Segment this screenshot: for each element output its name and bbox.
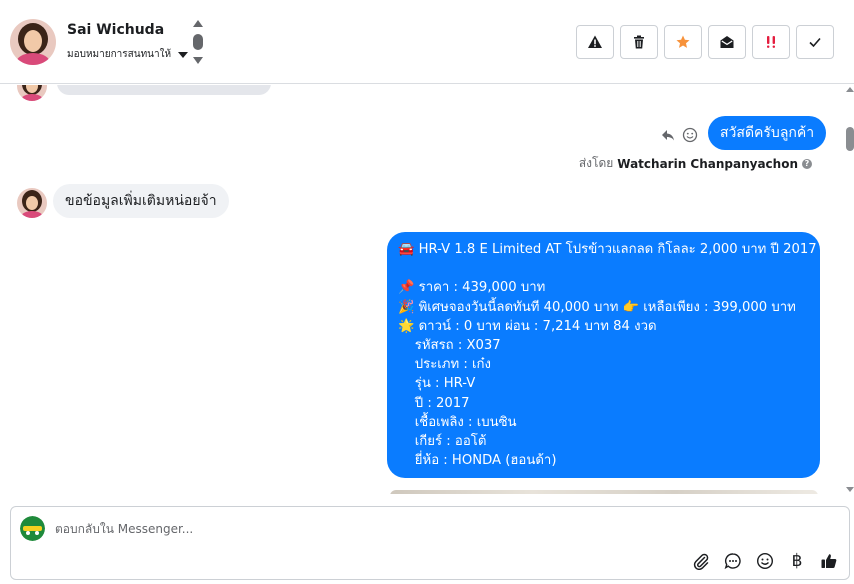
emoji-reaction-icon[interactable]	[682, 127, 698, 143]
mark-spam-button[interactable]	[576, 25, 614, 59]
mark-done-button[interactable]	[796, 25, 834, 59]
follow-up-button[interactable]	[752, 25, 790, 59]
reply-icon[interactable]	[660, 127, 676, 143]
outgoing-message-bubble[interactable]: สวัสดีครับลูกค้า	[708, 116, 827, 150]
chevron-down-icon	[178, 51, 189, 58]
listing-line: ประเภท : เก๋ง	[398, 357, 491, 373]
composer-tools: ฿	[691, 551, 839, 571]
thumbs-up-icon	[821, 554, 837, 568]
payment-button[interactable]: ฿	[787, 551, 807, 571]
emoji-button[interactable]	[755, 551, 775, 571]
sent-by-name[interactable]: Watcharin Chanpanyachon	[617, 157, 798, 171]
info-icon[interactable]: ?	[802, 158, 812, 169]
listing-line: ปี : 2017	[398, 395, 470, 411]
baht-icon: ฿	[791, 551, 803, 571]
listing-line: เชื้อเพลิง : เบนซิน	[398, 414, 517, 430]
scroll-up-arrow[interactable]	[846, 87, 854, 92]
saved-reply-icon	[724, 553, 741, 570]
conversation-navigator[interactable]	[192, 20, 204, 66]
listing-line: 🎉 พิเศษจองวันนี้ลดทันที 40,000 บาท 👉 เหล…	[398, 299, 796, 315]
envelope-open-icon	[720, 36, 734, 48]
saved-replies-button[interactable]	[723, 551, 743, 571]
trash-icon	[634, 35, 644, 49]
listing-line: รหัสรถ : X037	[398, 338, 501, 354]
incoming-message-bubble[interactable]: ขอข้อมูลเพิ่มเติมหน่อยจ้า	[53, 184, 229, 218]
check-icon	[809, 37, 821, 48]
listing-line	[398, 259, 809, 278]
double-exclamation-icon	[767, 36, 775, 48]
message-thread[interactable]: สวัสดีครับลูกค้า ส่งโดย Watcharin Chanpa…	[0, 85, 846, 494]
thread-scrollbar[interactable]	[846, 85, 854, 497]
customer-avatar	[17, 188, 47, 218]
delete-button[interactable]	[620, 25, 658, 59]
star-button[interactable]	[664, 25, 702, 59]
assign-conversation-dropdown[interactable]: มอบหมายการสนทนาให้	[67, 47, 189, 62]
arrow-up-icon[interactable]	[193, 20, 203, 27]
listing-line: เกียร์ : ออโต้	[398, 434, 487, 450]
previous-message-bubble	[57, 85, 271, 95]
reply-composer: ฿	[10, 506, 850, 580]
listing-line: รุ่น : HR-V	[398, 376, 476, 392]
contact-avatar[interactable]	[10, 19, 56, 65]
paperclip-icon	[693, 553, 709, 570]
scroll-down-arrow[interactable]	[846, 487, 854, 492]
arrow-down-icon[interactable]	[193, 57, 203, 64]
conversation-header: Sai Wichuda มอบหมายการสนทนาให้	[0, 0, 854, 84]
emoji-icon	[756, 552, 774, 570]
listing-line: 🚘 HR-V 1.8 E Limited AT โปรข้าวแลกลด กิโ…	[398, 242, 817, 257]
sent-by-label: ส่งโดย Watcharin Chanpanyachon ?	[579, 154, 812, 173]
mark-unread-button[interactable]	[708, 25, 746, 59]
page-avatar	[20, 516, 45, 541]
warning-icon	[588, 35, 602, 48]
contact-name[interactable]: Sai Wichuda	[67, 22, 164, 38]
conversation-toolbar	[576, 25, 834, 59]
like-button[interactable]	[819, 551, 839, 571]
assign-label: มอบหมายการสนทนาให้	[67, 49, 172, 60]
navigator-handle[interactable]	[193, 34, 203, 50]
reply-input[interactable]	[55, 519, 655, 539]
sent-by-prefix: ส่งโดย	[578, 156, 614, 170]
listing-line: 📌 ราคา : 439,000 บาท	[398, 280, 546, 296]
star-icon	[676, 35, 690, 48]
listing-line: ยี่ห้อ : HONDA (ฮอนด้า)	[398, 453, 557, 469]
car-listing-message[interactable]: 🚘 HR-V 1.8 E Limited AT โปรข้าวแลกลด กิโ…	[387, 232, 820, 479]
customer-avatar	[17, 85, 47, 101]
attached-image-preview[interactable]	[390, 490, 818, 494]
listing-line: 🌟 ดาวน์ : 0 บาท ผ่อน : 7,214 บาท 84 งวด	[398, 318, 657, 334]
attach-button[interactable]	[691, 551, 711, 571]
scroll-thumb[interactable]	[846, 127, 854, 151]
message-actions	[660, 127, 698, 143]
